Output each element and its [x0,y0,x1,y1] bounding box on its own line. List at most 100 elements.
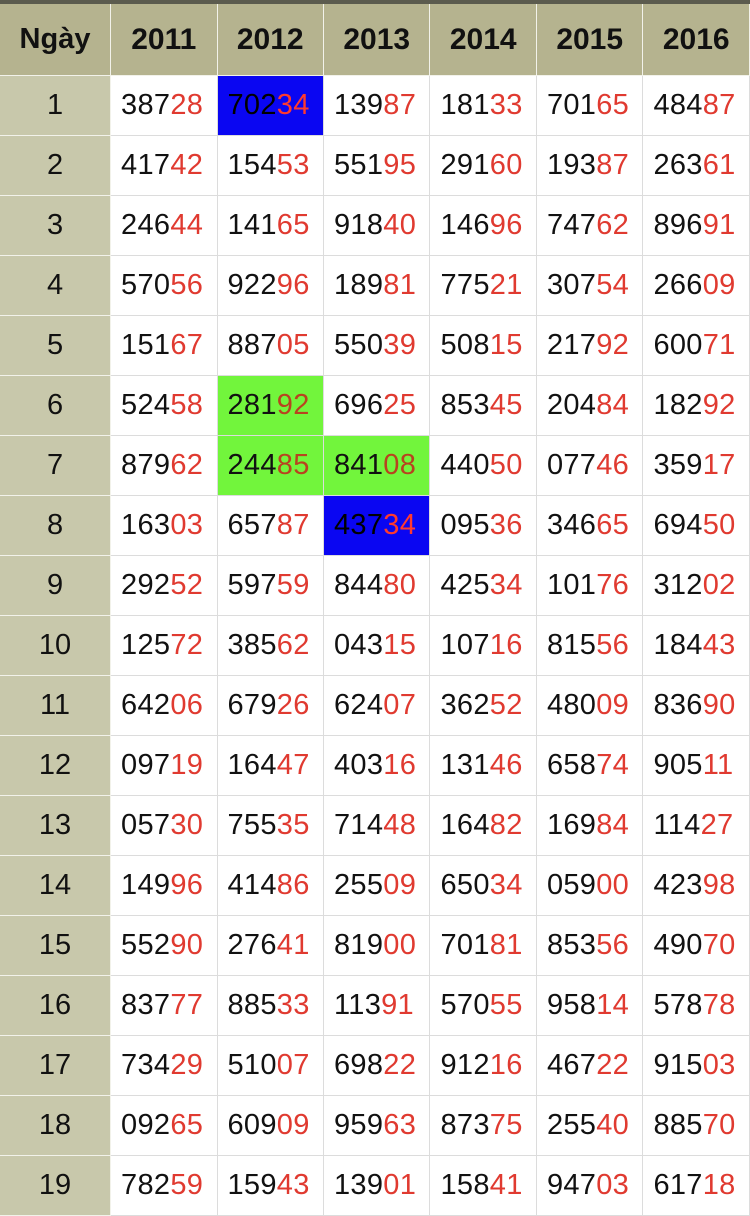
year-column-header[interactable]: 2011 [110,4,218,76]
result-last-two-digits: 60 [489,149,523,181]
result-cell-highlighted: 84108 [323,435,431,496]
result-last-two-digits: 63 [383,1109,417,1141]
result-leading-digits: 815 [546,629,597,661]
result-last-two-digits: 47 [276,749,310,781]
result-leading-digits: 149 [121,869,171,901]
result-cell: 87375 [429,1095,537,1156]
year-column-header[interactable]: 2015 [536,4,644,76]
result-last-two-digits: 09 [596,689,630,721]
result-cell: 05900 [536,855,644,916]
result-last-two-digits: 16 [489,629,523,661]
result-last-two-digits: 59 [276,569,310,601]
year-column-header[interactable]: 2013 [323,4,431,76]
result-cell: 31202 [642,555,750,616]
table-row: 18 09265 60909 95963 87375 25540 88570 [0,1095,750,1156]
result-leading-digits: 359 [653,449,703,481]
result-last-two-digits: 65 [596,509,630,541]
result-last-two-digits: 56 [596,629,630,661]
day-cell: 12 [0,735,112,796]
result-last-two-digits: 65 [596,89,630,121]
result-cell: 24644 [110,195,218,256]
result-last-two-digits: 15 [383,629,417,661]
result-last-two-digits: 22 [383,1049,417,1081]
result-leading-digits: 059 [546,869,597,901]
result-cell: 67926 [217,675,324,736]
result-last-two-digits: 00 [383,929,417,961]
result-cell: 59759 [217,555,324,616]
result-last-two-digits: 07 [383,689,417,721]
result-leading-digits: 578 [653,989,703,1021]
result-cell: 85345 [429,375,537,436]
result-last-two-digits: 05 [276,329,310,361]
result-cell: 92296 [217,255,324,316]
result-cell: 41486 [217,855,324,916]
result-cell: 50815 [429,315,537,376]
result-last-two-digits: 44 [170,209,204,241]
result-cell: 57055 [429,975,537,1036]
result-leading-digits: 510 [227,1049,277,1081]
result-leading-digits: 276 [227,929,277,961]
result-cell: 71448 [323,795,431,856]
result-leading-digits: 885 [227,989,277,1021]
result-last-two-digits: 33 [489,89,523,121]
result-cell: 57878 [642,975,750,1036]
result-last-two-digits: 87 [276,509,310,541]
day-cell: 6 [0,375,112,436]
result-last-two-digits: 30 [170,809,204,841]
result-leading-digits: 292 [121,569,171,601]
result-leading-digits: 417 [121,149,171,181]
result-last-two-digits: 86 [276,869,310,901]
result-cell: 84480 [323,555,431,616]
result-last-two-digits: 58 [170,389,204,421]
result-leading-digits: 266 [653,269,703,301]
result-leading-digits: 905 [653,749,703,781]
result-cell: 05730 [110,795,218,856]
result-leading-digits: 097 [121,749,171,781]
result-last-two-digits: 91 [702,209,736,241]
result-cell: 48487 [642,75,750,136]
result-leading-digits: 164 [440,809,490,841]
result-cell: 41742 [110,135,218,196]
result-leading-digits: 837 [121,989,171,1021]
table-row: 7 87962 24485 84108 44050 07746 35917 [0,435,750,496]
result-last-two-digits: 34 [276,89,310,121]
result-leading-digits: 657 [227,509,277,541]
result-leading-digits: 853 [440,389,490,421]
result-cell: 81556 [536,615,644,676]
result-leading-digits: 164 [227,749,277,781]
result-cell: 91503 [642,1035,750,1096]
result-last-two-digits: 84 [596,809,630,841]
result-leading-digits: 437 [333,509,384,541]
result-cell: 57056 [110,255,218,316]
result-leading-digits: 658 [546,749,597,781]
result-cell: 55195 [323,135,431,196]
result-last-two-digits: 65 [276,209,310,241]
result-leading-digits: 701 [440,929,490,961]
result-leading-digits: 624 [333,689,384,721]
day-column-header: Ngày [0,4,112,76]
result-cell: 10176 [536,555,644,616]
result-last-two-digits: 39 [383,329,417,361]
result-leading-digits: 524 [121,389,171,421]
table-body: 1 38728 70234 13987 18133 70165 48487 2 41742 154… [0,75,750,1216]
table-header: Ngày 2011 2012 2013 2014 2015 2016 [0,4,750,76]
result-leading-digits: 947 [546,1169,597,1201]
day-cell: 18 [0,1095,112,1156]
result-last-two-digits: 11 [702,749,734,781]
year-column-header[interactable]: 2014 [429,4,537,76]
result-leading-digits: 702 [227,89,277,121]
result-last-two-digits: 62 [596,209,630,241]
result-last-two-digits: 74 [596,749,630,781]
day-cell: 7 [0,435,112,496]
result-leading-digits: 139 [333,1169,384,1201]
result-cell: 15841 [429,1155,537,1216]
year-column-header[interactable]: 2016 [642,4,750,76]
result-leading-digits: 597 [227,569,277,601]
result-cell: 65874 [536,735,644,796]
result-last-two-digits: 65 [170,1109,204,1141]
result-leading-digits: 617 [653,1169,703,1201]
result-last-two-digits: 55 [489,989,523,1021]
result-cell: 69625 [323,375,431,436]
year-column-header[interactable]: 2012 [217,4,324,76]
result-cell: 18443 [642,615,750,676]
